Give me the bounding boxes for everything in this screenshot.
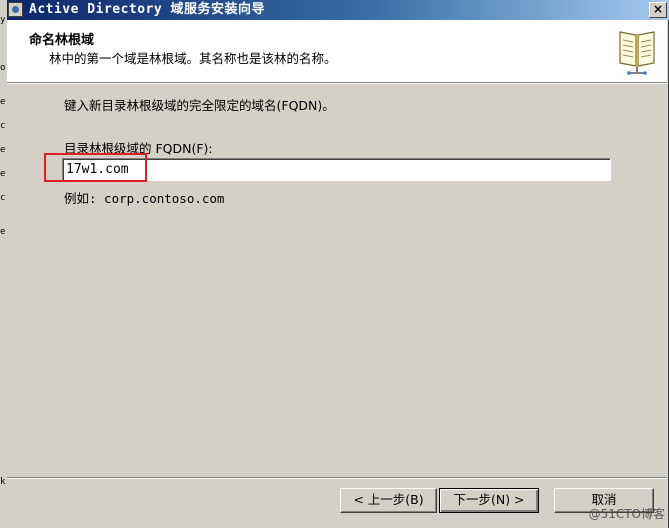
instruction-text: 键入新目录林根级域的完全限定的域名(FQDN)。 — [64, 98, 335, 113]
window-title: Active Directory 域服务安装向导 — [29, 2, 266, 17]
wizard-body: 键入新目录林根级域的完全限定的域名(FQDN)。 目录林根级域的 FQDN(F)… — [7, 84, 667, 484]
background-window-text: e — [0, 97, 6, 107]
background-window-text: y — [0, 15, 6, 25]
background-window-text: e — [0, 227, 6, 237]
wizard-header: 命名林根域 林中的第一个域是林根域。其名称也是该林的名称。 — [7, 20, 667, 83]
background-window-text: c — [0, 193, 6, 203]
background-window-text: e — [0, 145, 6, 155]
background-window-text: c — [0, 121, 6, 131]
title-bar[interactable]: Active Directory 域服务安装向导 × — [7, 0, 669, 20]
next-button[interactable]: 下一步(N) > — [439, 488, 539, 513]
wizard-dialog: Active Directory 域服务安装向导 × 命名林根域 林中的第一个域… — [7, 0, 669, 528]
annotation-highlight — [44, 153, 147, 182]
example-text: 例如: corp.contoso.com — [64, 191, 225, 206]
watermark: @51CTO博客 — [588, 507, 665, 521]
app-icon[interactable] — [8, 2, 23, 17]
background-window-text: k — [0, 477, 6, 487]
back-button[interactable]: < 上一步(B) — [340, 488, 437, 513]
screen: y o e c e e c e k Active Directory 域服务安装… — [0, 0, 669, 528]
background-window-text: o — [0, 63, 6, 73]
book-icon — [619, 31, 655, 75]
background-window-text: e — [0, 169, 6, 179]
page-subtitle: 林中的第一个域是林根域。其名称也是该林的名称。 — [49, 51, 337, 66]
close-button[interactable]: × — [649, 2, 667, 18]
page-title: 命名林根域 — [29, 33, 95, 48]
button-divider — [7, 477, 667, 479]
